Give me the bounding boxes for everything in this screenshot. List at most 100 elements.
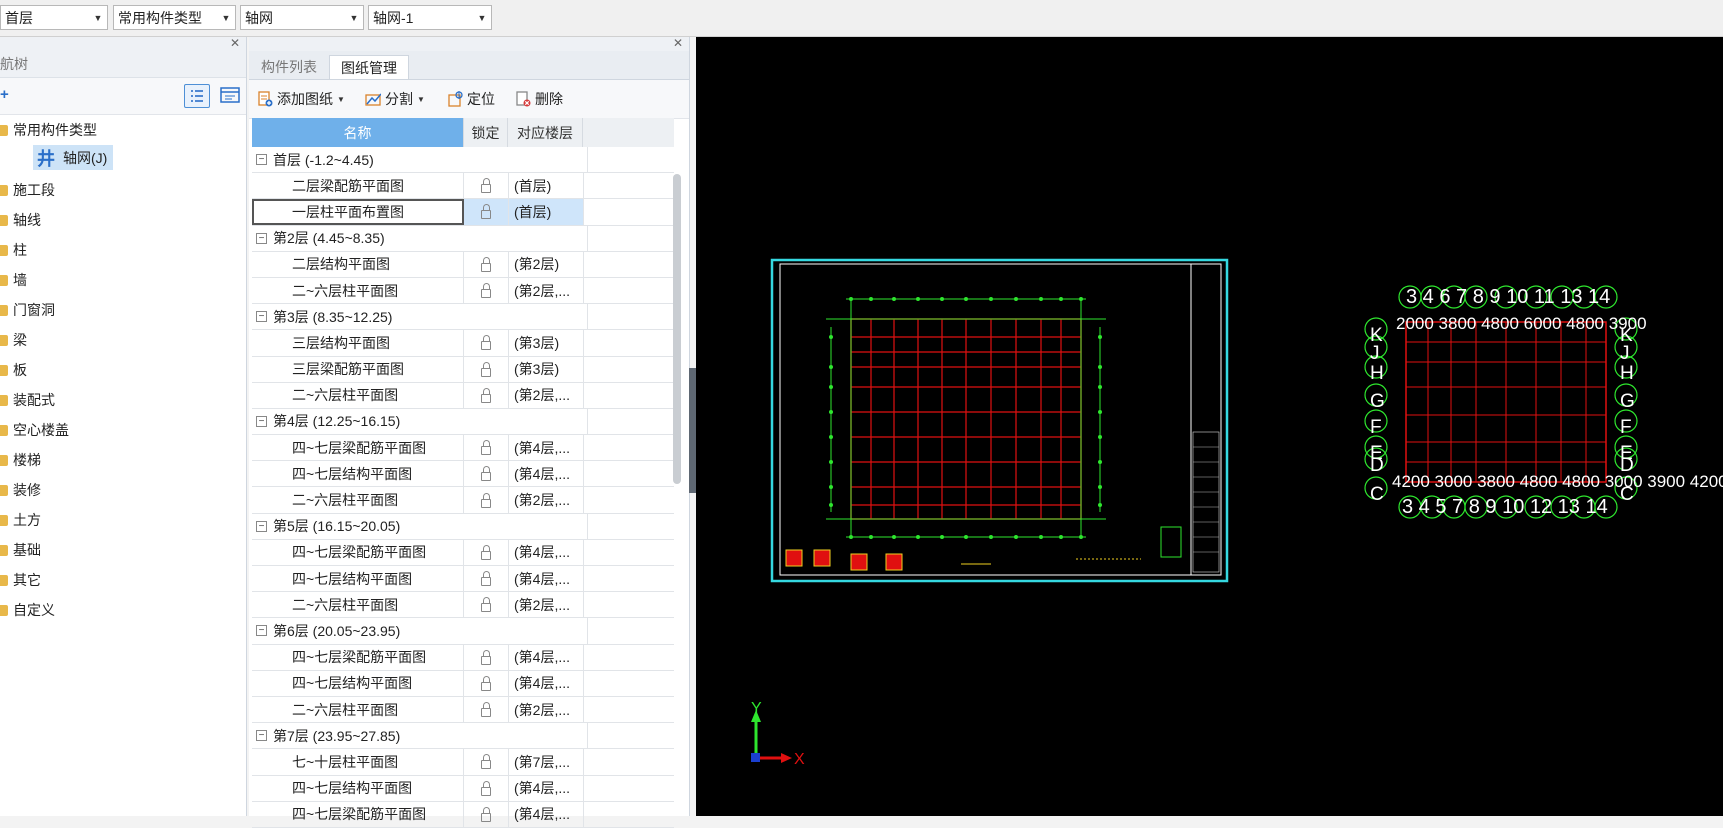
list-view-button[interactable] xyxy=(184,84,210,108)
table-row[interactable]: 四~七层结构平面图 (第4层,... xyxy=(252,670,674,697)
drawing-name-cell[interactable]: 二~六层柱平面图 xyxy=(252,592,464,618)
drawing-name-cell[interactable]: 一层柱平面布置图 xyxy=(252,199,464,225)
lock-cell[interactable] xyxy=(464,592,509,618)
table-row[interactable]: 二~六层柱平面图 (第2层,... xyxy=(252,696,674,724)
lock-cell[interactable] xyxy=(464,356,509,382)
lock-cell[interactable] xyxy=(464,539,509,565)
drawing-name-cell[interactable]: 四~七层结构平面图 xyxy=(252,775,464,801)
category-select[interactable]: 常用构件类型 ▼ xyxy=(113,5,236,30)
table-row[interactable]: 四~七层梁配筋平面图 (第4层,... xyxy=(252,644,674,671)
locate-button[interactable]: 定位 xyxy=(447,89,495,109)
floor-cell[interactable]: (第2层,... xyxy=(509,696,584,723)
vertical-scrollbar[interactable] xyxy=(673,174,681,484)
floor-cell[interactable]: (第2层,... xyxy=(509,382,584,408)
tab-component-list[interactable]: 构件列表 xyxy=(249,55,329,79)
drawing-name-cell[interactable]: 三层梁配筋平面图 xyxy=(252,356,464,382)
split-button[interactable]: 分割 ▼ xyxy=(365,89,425,109)
table-row[interactable]: 四~七层结构平面图 (第4层,... xyxy=(252,461,674,488)
floor-cell[interactable]: (第2层) xyxy=(509,251,584,277)
collapse-icon[interactable]: − xyxy=(256,625,267,637)
lock-cell[interactable] xyxy=(464,775,509,801)
close-icon[interactable]: ✕ xyxy=(673,36,683,50)
table-row[interactable]: 三层梁配筋平面图 (第3层) xyxy=(252,356,674,383)
drawing-name-cell[interactable]: 四~七层结构平面图 xyxy=(252,566,464,592)
table-row[interactable]: 二层结构平面图 (第2层) xyxy=(252,251,674,278)
tree-item[interactable]: 墙 xyxy=(0,265,246,295)
tree-item[interactable]: 自定义 xyxy=(0,595,246,625)
group-row[interactable]: − 第3层 (8.35~12.25) xyxy=(252,304,674,331)
drawing-name-cell[interactable]: 三层结构平面图 xyxy=(252,330,464,356)
tree-item[interactable]: 楼梯 xyxy=(0,445,246,475)
tab-drawing-management[interactable]: 图纸管理 xyxy=(329,55,409,79)
table-row[interactable]: 二~六层柱平面图 (第2层,... xyxy=(252,277,674,305)
floor-cell[interactable]: (第4层,... xyxy=(509,775,584,801)
tree-item[interactable]: 装修 xyxy=(0,475,246,505)
col-lock-header[interactable]: 锁定 xyxy=(464,118,508,147)
component-select[interactable]: 轴网 ▼ xyxy=(240,5,364,30)
lock-cell[interactable] xyxy=(464,749,509,775)
collapse-icon[interactable]: − xyxy=(256,730,267,742)
tree-item[interactable]: 梁 xyxy=(0,325,246,355)
floor-cell[interactable]: (第4层,... xyxy=(509,435,584,461)
drawing-name-cell[interactable]: 二~六层柱平面图 xyxy=(252,277,464,304)
lock-cell[interactable] xyxy=(464,330,509,356)
cad-canvas[interactable]: 3 4 6 7 8 9 10 11 13 14 2000 3800 4800 6… xyxy=(696,37,1723,816)
floor-cell[interactable]: (首层) xyxy=(509,173,584,199)
floor-cell[interactable]: (首层) xyxy=(509,199,584,225)
col-name-header[interactable]: 名称 xyxy=(252,118,464,147)
group-row[interactable]: − 第6层 (20.05~23.95) xyxy=(252,618,674,645)
table-row[interactable]: 四~七层结构平面图 (第4层,... xyxy=(252,775,674,802)
lock-cell[interactable] xyxy=(464,382,509,408)
table-row[interactable]: 四~七层结构平面图 (第4层,... xyxy=(252,566,674,593)
lock-cell[interactable] xyxy=(464,173,509,199)
floor-cell[interactable]: (第4层,... xyxy=(509,566,584,592)
group-row[interactable]: − 第5层 (16.15~20.05) xyxy=(252,513,674,540)
table-row[interactable]: 二层梁配筋平面图 (首层) xyxy=(252,173,674,200)
col-floor-header[interactable]: 对应楼层 xyxy=(508,118,583,147)
floor-cell[interactable]: (第4层,... xyxy=(509,670,584,696)
lock-cell[interactable] xyxy=(464,461,509,487)
tree-item[interactable]: 板 xyxy=(0,355,246,385)
table-row[interactable]: 七~十层柱平面图 (第7层,... xyxy=(252,749,674,776)
floor-cell[interactable]: (第4层,... xyxy=(509,644,584,670)
table-row[interactable]: 四~七层梁配筋平面图 (第4层,... xyxy=(252,539,674,566)
floor-cell[interactable]: (第7层,... xyxy=(509,749,584,775)
floor-cell[interactable]: (第2层,... xyxy=(509,277,584,304)
card-view-button[interactable] xyxy=(218,84,244,108)
lock-cell[interactable] xyxy=(464,644,509,670)
lock-cell[interactable] xyxy=(464,801,509,827)
drawing-name-cell[interactable]: 二层结构平面图 xyxy=(252,251,464,277)
floor-cell[interactable]: (第2层,... xyxy=(509,592,584,618)
lock-cell[interactable] xyxy=(464,277,509,304)
tree-item-selected[interactable]: 井 轴网(J) xyxy=(33,145,114,170)
drawing-name-cell[interactable]: 四~七层梁配筋平面图 xyxy=(252,435,464,461)
tree-item[interactable]: 其它 xyxy=(0,565,246,595)
delete-button[interactable]: 删除 xyxy=(515,89,563,109)
drawing-name-cell[interactable]: 四~七层梁配筋平面图 xyxy=(252,801,464,827)
tree-item[interactable]: 空心楼盖 xyxy=(0,415,246,445)
tree-item-root[interactable]: 常用构件类型 xyxy=(0,115,246,145)
table-row[interactable]: 三层结构平面图 (第3层) xyxy=(252,330,674,357)
drawing-name-cell[interactable]: 七~十层柱平面图 xyxy=(252,749,464,775)
tree-item-grid[interactable]: 井 轴网(J) xyxy=(0,145,246,175)
instance-select[interactable]: 轴网-1 ▼ xyxy=(368,5,492,30)
lock-cell[interactable] xyxy=(464,487,509,513)
table-row[interactable]: 二~六层柱平面图 (第2层,... xyxy=(252,487,674,514)
drawing-name-cell[interactable]: 二~六层柱平面图 xyxy=(252,382,464,408)
tree-item[interactable]: 施工段 xyxy=(0,175,246,205)
floor-cell[interactable]: (第4层,... xyxy=(509,461,584,487)
lock-cell[interactable] xyxy=(464,670,509,696)
group-row[interactable]: − 第7层 (23.95~27.85) xyxy=(252,723,674,750)
collapse-icon[interactable]: − xyxy=(256,232,267,244)
drawing-name-cell[interactable]: 二~六层柱平面图 xyxy=(252,487,464,513)
lock-cell[interactable] xyxy=(464,696,509,723)
tree-item[interactable]: 装配式 xyxy=(0,385,246,415)
lock-cell[interactable] xyxy=(464,199,509,225)
floor-select[interactable]: 首层 ▼ xyxy=(0,5,108,30)
floor-cell[interactable]: (第3层) xyxy=(509,330,584,356)
table-row[interactable]: 二~六层柱平面图 (第2层,... xyxy=(252,592,674,619)
lock-cell[interactable] xyxy=(464,251,509,277)
collapse-icon[interactable]: − xyxy=(256,415,267,427)
drawing-name-cell[interactable]: 四~七层梁配筋平面图 xyxy=(252,644,464,670)
floor-cell[interactable]: (第2层,... xyxy=(509,487,584,513)
